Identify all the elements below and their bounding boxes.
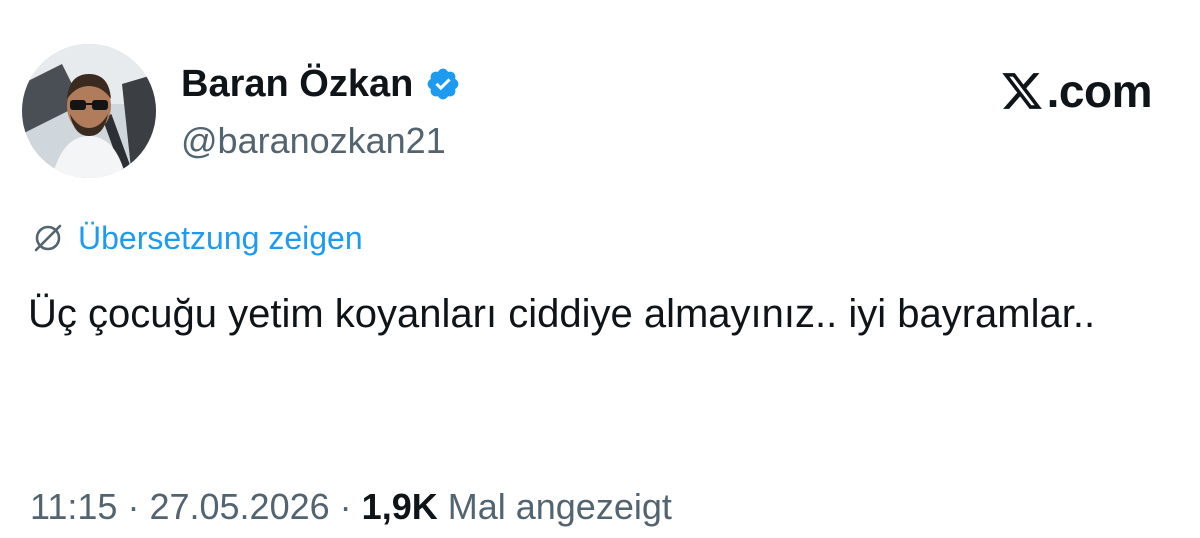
brand-logo: .com xyxy=(999,64,1153,118)
views-count: 1,9K xyxy=(361,486,438,527)
avatar[interactable] xyxy=(22,44,156,178)
author-name-text[interactable]: Baran Özkan xyxy=(181,60,413,108)
tweet-meta: 11:15 · 27.05.2026 · 1,9K Mal angezeigt xyxy=(30,484,672,530)
views-label: Mal angezeigt xyxy=(447,486,672,527)
x-logo-icon xyxy=(999,69,1045,113)
tweet-date[interactable]: 27.05.2026 xyxy=(149,486,329,527)
tweet-time[interactable]: 11:15 xyxy=(30,486,117,527)
meta-separator-2: · xyxy=(339,486,352,527)
tweet-text: Üç çocuğu yetim koyanları ciddiye almayı… xyxy=(28,292,1096,336)
verified-badge-icon xyxy=(425,66,461,102)
author-handle[interactable]: @baranozkan21 xyxy=(181,118,446,164)
show-translation-label[interactable]: Übersetzung zeigen xyxy=(78,218,363,258)
brand-text: .com xyxy=(1046,65,1153,117)
author-display-name[interactable]: Baran Özkan xyxy=(181,60,461,108)
translate-globe-icon xyxy=(30,220,66,256)
show-translation-link[interactable]: Übersetzung zeigen xyxy=(30,218,363,258)
meta-separator: · xyxy=(127,486,140,527)
